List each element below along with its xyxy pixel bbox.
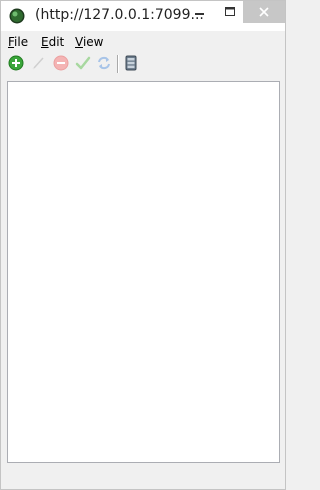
database-icon[interactable] xyxy=(123,55,139,71)
minimize-icon xyxy=(195,13,204,15)
app-window: (http://127.0.0.1:7099... File Edit View xyxy=(0,0,286,490)
toolbar xyxy=(1,53,285,75)
menu-edit-label: dit xyxy=(48,35,65,49)
maximize-icon xyxy=(225,7,235,16)
menu-view-mnemonic: V xyxy=(75,35,83,49)
plus-circle-icon[interactable] xyxy=(8,55,24,71)
maximize-button[interactable] xyxy=(215,1,245,23)
menu-edit[interactable]: Edit xyxy=(41,35,64,49)
toolbar-separator xyxy=(117,55,118,73)
app-globe-icon xyxy=(9,8,25,24)
menu-view-label: iew xyxy=(82,35,104,49)
content-pane[interactable] xyxy=(7,81,280,463)
menu-bar: File Edit View xyxy=(1,31,285,53)
title-bar[interactable]: (http://127.0.0.1:7099... xyxy=(1,1,285,31)
close-button[interactable] xyxy=(243,1,285,23)
minus-circle-icon[interactable] xyxy=(53,55,69,71)
refresh-icon[interactable] xyxy=(96,55,112,71)
menu-view[interactable]: View xyxy=(75,35,103,49)
menu-file[interactable]: File xyxy=(8,35,28,49)
window-title: (http://127.0.0.1:7099... xyxy=(35,7,204,23)
close-icon xyxy=(259,7,269,17)
checkmark-icon[interactable] xyxy=(75,55,91,71)
pencil-icon[interactable] xyxy=(31,55,47,71)
menu-edit-mnemonic: E xyxy=(41,35,49,49)
minimize-button[interactable] xyxy=(185,1,215,23)
menu-file-label: ile xyxy=(14,35,29,49)
